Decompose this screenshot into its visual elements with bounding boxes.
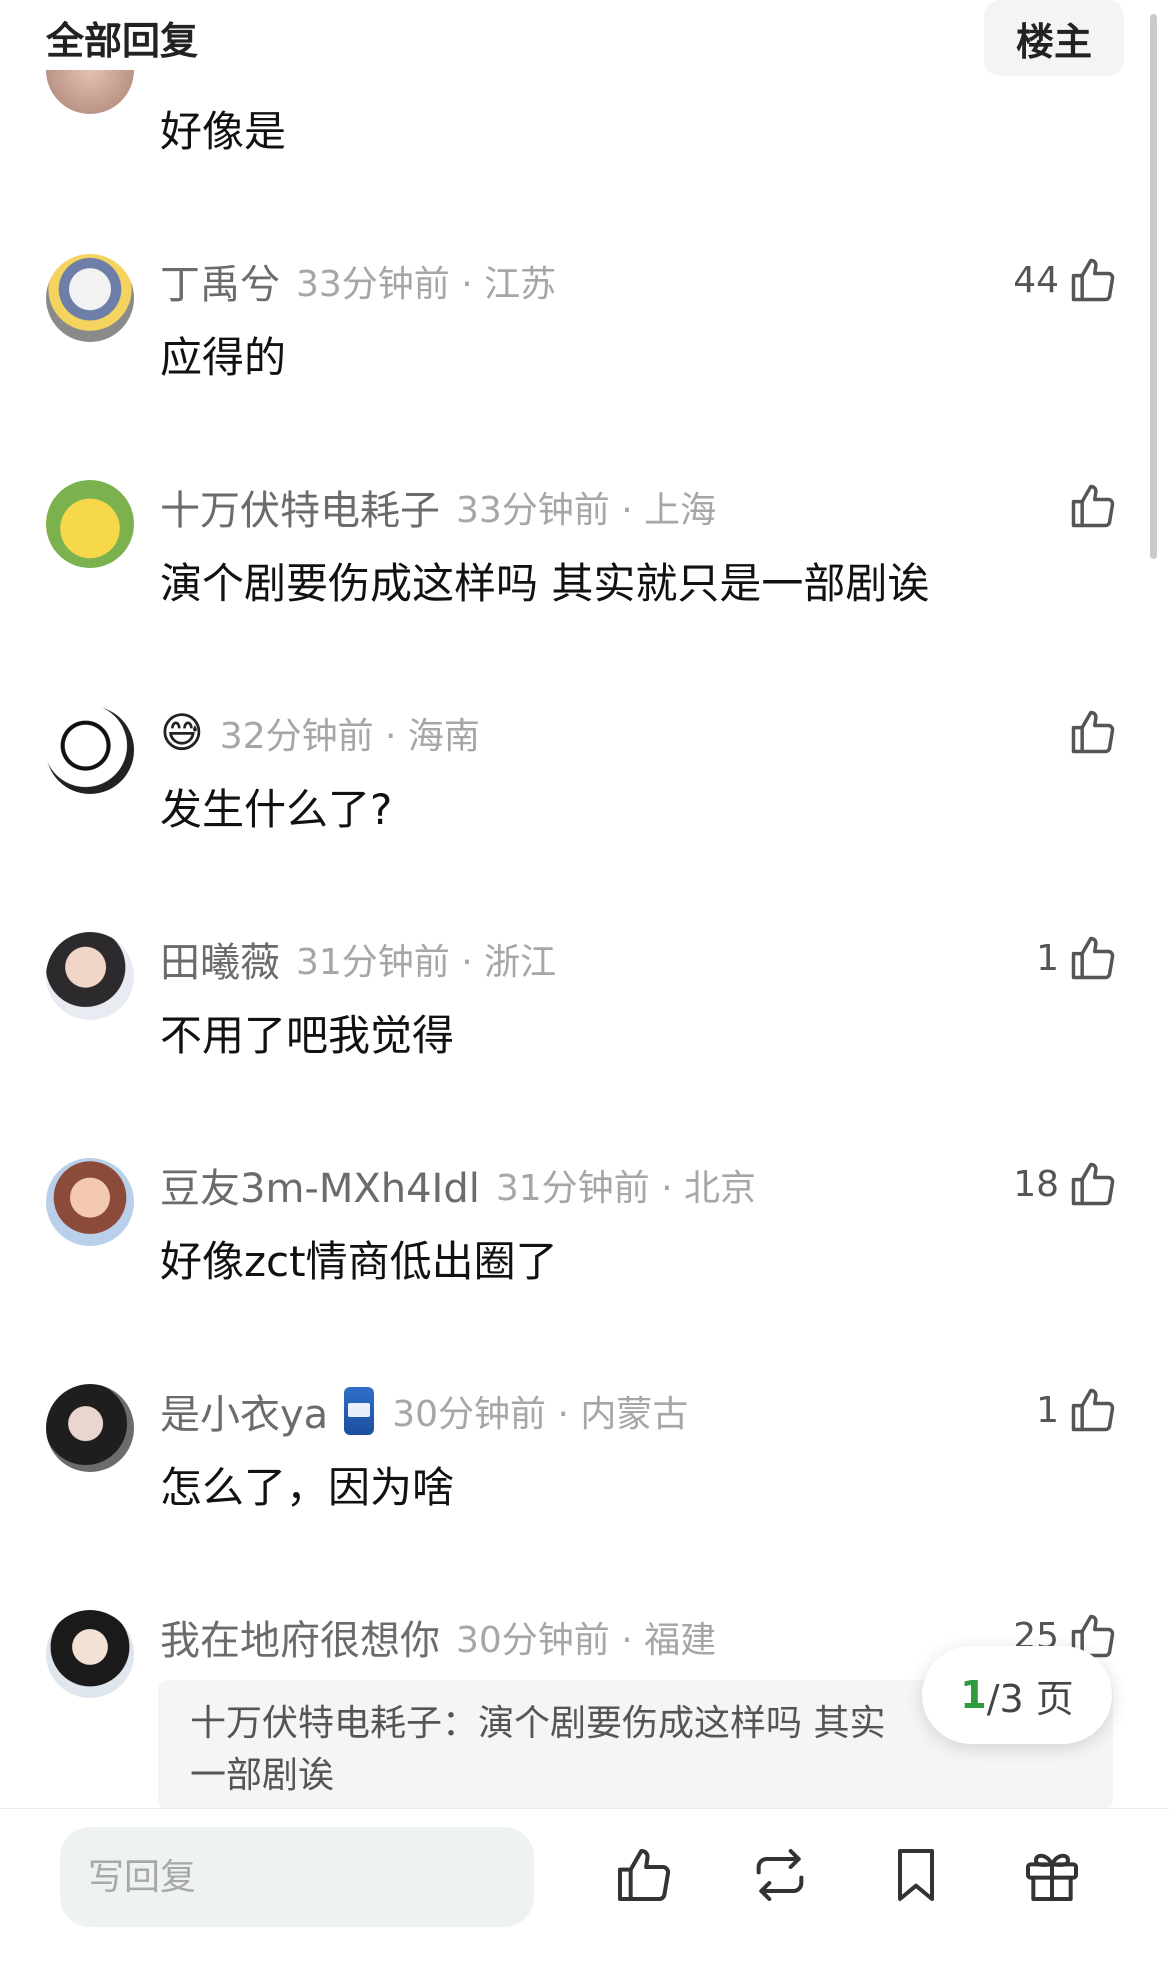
avatar[interactable]	[46, 480, 134, 568]
comment-meta: 32分钟前 · 海南	[219, 716, 480, 757]
username[interactable]: 丁禹兮	[160, 254, 280, 308]
comment-text: 应得的	[160, 333, 287, 382]
thumbs-up-icon	[1071, 484, 1115, 528]
quote-text: 十万伏特电耗子：演个剧要伤成这样吗 其实	[190, 1703, 886, 1744]
comment-text: 好像是	[160, 107, 287, 156]
bottom-bar	[0, 1808, 1169, 1983]
avatar[interactable]	[46, 254, 134, 342]
thumbs-up-icon	[1071, 710, 1115, 754]
bookmark-icon[interactable]	[884, 1843, 948, 1907]
username[interactable]: 我在地府很想你	[160, 1610, 440, 1664]
avatar[interactable]	[46, 1158, 134, 1246]
like-button[interactable]: 1	[1036, 1382, 1119, 1438]
total-pages: /3 页	[986, 1676, 1074, 1721]
comment-item: 丁禹兮 33分钟前 · 江苏 44 应得的	[0, 226, 1169, 452]
comment-item: 豆友3m-MXh4Idl 31分钟前 · 北京 18 好像zct情商低出圈了	[0, 1130, 1169, 1356]
username[interactable]: 是小衣ya	[160, 1384, 328, 1438]
repost-icon[interactable]	[748, 1843, 812, 1907]
comment-meta: 33分钟前 · 上海	[456, 490, 717, 531]
comment-list: 丁禹兮 33分钟前 · 江苏 44 应得的 十万伏特电耗子 33分钟前 · 上海…	[0, 226, 1169, 1808]
comment-text: 演个剧要伤成这样吗 其实就只是一部剧诶	[160, 559, 930, 608]
like-button[interactable]: 1	[1036, 930, 1119, 986]
header: 全部回复 楼主	[0, 0, 1169, 76]
op-only-button[interactable]: 楼主	[984, 0, 1124, 76]
reply-input[interactable]	[60, 1827, 534, 1927]
comment-meta: 33分钟前 · 江苏	[296, 264, 557, 305]
avatar[interactable]	[46, 932, 134, 1020]
page-title: 全部回复	[46, 19, 199, 63]
thumbs-up-icon	[1071, 1162, 1115, 1206]
like-button[interactable]	[1059, 704, 1119, 760]
like-button[interactable]: 18	[1013, 1156, 1119, 1212]
like-count: 44	[1013, 259, 1059, 301]
like-button[interactable]: 44	[1013, 252, 1119, 308]
avatar[interactable]	[46, 70, 134, 114]
username[interactable]: 田曦薇	[160, 932, 280, 986]
quote-text: 一部剧诶	[190, 1755, 335, 1796]
comment-meta: 31分钟前 · 浙江	[296, 942, 557, 983]
comment-item: 十万伏特电耗子 33分钟前 · 上海 演个剧要伤成这样吗 其实就只是一部剧诶	[0, 452, 1169, 678]
thumbs-up-icon	[1071, 936, 1115, 980]
comment-item: 😅 32分钟前 · 海南 发生什么了?	[0, 678, 1169, 904]
comment-text: 怎么了，因为啥	[160, 1463, 455, 1512]
thumbs-up-icon	[1071, 258, 1115, 302]
comment-item: 是小衣ya 30分钟前 · 内蒙古 1 怎么了，因为啥	[0, 1356, 1169, 1582]
username[interactable]: 😅	[160, 712, 204, 754]
gift-icon[interactable]	[1020, 1843, 1084, 1907]
avatar[interactable]	[46, 1610, 134, 1698]
avatar[interactable]	[46, 1384, 134, 1472]
comment-meta: 31分钟前 · 北京	[495, 1168, 757, 1209]
thumbs-up-icon	[1071, 1388, 1115, 1432]
page-indicator[interactable]: 1 /3 页	[922, 1646, 1112, 1744]
like-count: 1	[1036, 1389, 1059, 1431]
like-button[interactable]	[1059, 478, 1119, 534]
username[interactable]: 十万伏特电耗子	[160, 480, 440, 534]
avatar[interactable]	[46, 706, 134, 794]
current-page: 1	[960, 1673, 987, 1717]
like-count: 18	[1013, 1163, 1059, 1205]
comment-text: 好像zct情商低出圈了	[160, 1237, 558, 1286]
comment-meta: 30分钟前 · 内蒙古	[392, 1394, 689, 1435]
comment-meta: 30分钟前 · 福建	[456, 1620, 717, 1661]
username[interactable]: 豆友3m-MXh4Idl	[160, 1158, 480, 1212]
like-count: 1	[1036, 937, 1059, 979]
comment-text: 发生什么了?	[160, 785, 393, 834]
comment-text: 不用了吧我觉得	[160, 1011, 455, 1060]
like-icon[interactable]	[612, 1843, 676, 1907]
can-badge-icon	[344, 1387, 375, 1435]
comment-item: 田曦薇 31分钟前 · 浙江 1 不用了吧我觉得	[0, 904, 1169, 1130]
